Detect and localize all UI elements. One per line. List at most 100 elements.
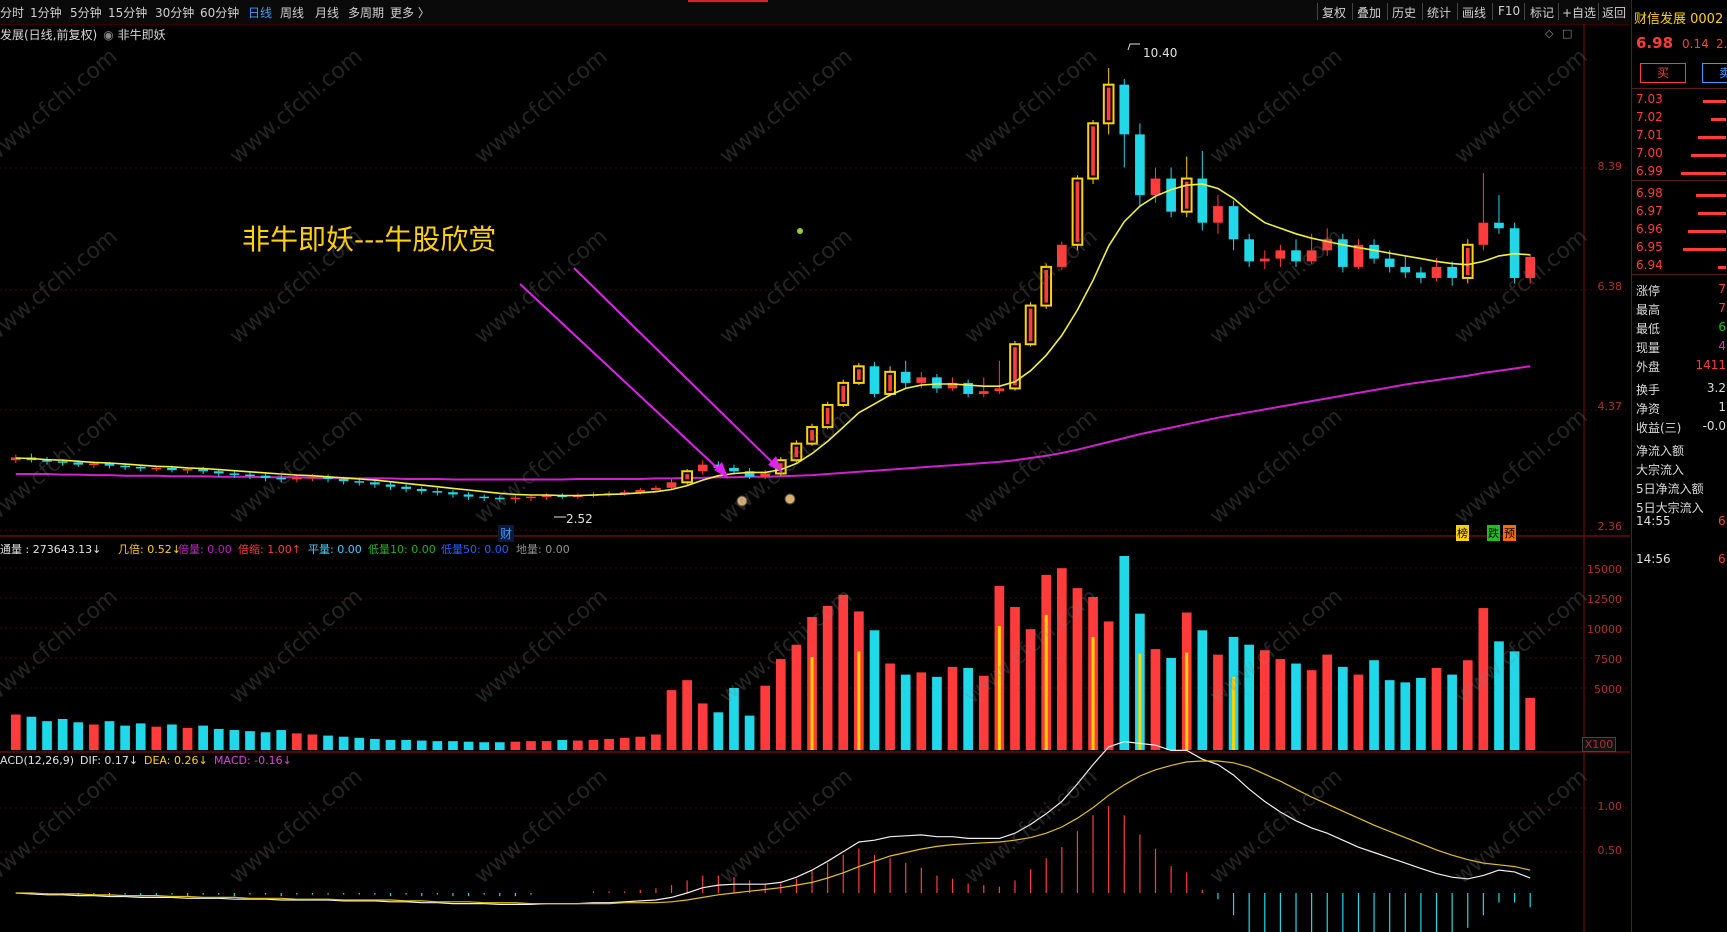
candle [994, 388, 1005, 392]
candle [260, 475, 271, 478]
volume-highlight [1232, 676, 1236, 750]
volume-bar [822, 605, 833, 750]
tool-draw[interactable]: 画线 [1462, 4, 1486, 21]
period-daily[interactable]: 日线 [248, 4, 272, 21]
period-30min[interactable]: 30分钟 [155, 4, 194, 21]
candle [510, 497, 521, 500]
tool-fuquan[interactable]: 复权 [1322, 4, 1346, 21]
orderbook-bar [1681, 172, 1726, 175]
volume-bar [1447, 674, 1457, 750]
rank-badge[interactable]: 榜 [1456, 525, 1469, 541]
candle [916, 377, 927, 383]
vol-idx-diliang50: 低量50: 0.00 [441, 543, 509, 556]
high-marker: 10.40 [1143, 46, 1178, 60]
candle [73, 462, 84, 465]
tool-stats[interactable]: 统计 [1427, 4, 1451, 21]
tool-overlay[interactable]: 叠加 [1357, 4, 1381, 21]
volume-bar [838, 594, 849, 750]
volume-axis-label: 5000 [1594, 683, 1622, 696]
volume-bar [385, 740, 396, 750]
period-60min[interactable]: 60分钟 [200, 4, 239, 21]
volume-bar [1213, 654, 1223, 750]
stat-label: 净资 [1636, 402, 1661, 416]
tool-f10[interactable]: F10 [1498, 4, 1520, 18]
volume-bar [978, 675, 989, 750]
volume-bar [1166, 657, 1176, 750]
volume-axis-label: 15000 [1587, 563, 1622, 576]
money-icon [784, 493, 796, 505]
low-marker: 2.52 [566, 512, 593, 526]
tool-mark[interactable]: 标记 [1530, 4, 1554, 21]
candle [120, 465, 130, 468]
volume-bar [588, 740, 599, 750]
volume-bar [1010, 606, 1020, 750]
vol-idx-beisuo: 倍缩: 1.00↑ [238, 543, 301, 556]
stat-label: 大宗流入 [1636, 463, 1685, 477]
volume-bar [1306, 670, 1317, 750]
candle [167, 467, 177, 471]
volume-bar [135, 723, 146, 750]
period-5min[interactable]: 5分钟 [70, 4, 102, 21]
price-change: 0.14 [1682, 37, 1709, 51]
candle [1447, 266, 1457, 278]
candle [869, 366, 880, 394]
volume-bar [370, 738, 380, 750]
money-icon [736, 495, 748, 507]
orderbook-bar [1688, 230, 1726, 233]
vol-idx-diliang10: 低量10: 0.00 [368, 543, 436, 556]
tool-history[interactable]: 历史 [1392, 4, 1416, 21]
stat-value: -0.0 [1702, 419, 1726, 433]
candle [494, 497, 505, 500]
macd-axis-label: 0.50 [1597, 844, 1623, 857]
sell-button[interactable]: 卖 [1702, 63, 1727, 83]
period-more[interactable]: 更多 〉 [390, 4, 430, 21]
volume-bar [1416, 677, 1426, 750]
candle [900, 371, 911, 383]
volume-highlight [1044, 614, 1048, 750]
forecast-badge[interactable]: 预 [1503, 525, 1516, 541]
fall-badge[interactable]: 跌 [1487, 525, 1500, 541]
volume-bar [1275, 659, 1286, 750]
period-monthly[interactable]: 月线 [315, 4, 339, 21]
period-fenshi[interactable]: 分时 [0, 4, 24, 21]
orderbook-price: 6.99 [1636, 164, 1663, 178]
period-15min[interactable]: 15分钟 [108, 4, 147, 21]
period-multi[interactable]: 多周期 [348, 4, 384, 21]
period-weekly[interactable]: 周线 [280, 4, 304, 21]
candle [651, 487, 661, 491]
volume-bar [10, 714, 21, 750]
price-axis-label: 2.36 [1597, 520, 1623, 533]
tool-add-watch[interactable]: +自选 [1562, 4, 1596, 21]
candle [135, 466, 146, 469]
stat-value: 1 [1718, 400, 1726, 414]
volume-bar [1369, 660, 1379, 750]
candle [1275, 250, 1286, 259]
volume-bar [479, 742, 490, 750]
volume-highlight [857, 651, 861, 750]
vol-idx-diliang: 地量: 0.00 [516, 543, 570, 556]
tool-back[interactable]: 返回 [1602, 4, 1626, 21]
macd-idx-macd: MACD: -0.16↓ [214, 754, 292, 767]
volume-axis-label: 7500 [1594, 653, 1622, 666]
candle [526, 496, 536, 499]
kline-chart[interactable] [0, 24, 1630, 932]
volume-bar [1322, 654, 1333, 750]
price-change-pct: 2.0 [1716, 37, 1727, 51]
finance-badge[interactable]: 财 [498, 525, 515, 542]
buy-button[interactable]: 买 [1640, 63, 1686, 83]
volume-bar [1259, 650, 1270, 750]
volume-bar [791, 644, 802, 750]
volume-bar [323, 735, 333, 750]
candle [245, 474, 255, 477]
stat-value: 7 [1718, 282, 1726, 296]
volume-bar [338, 736, 349, 750]
period-1min[interactable]: 1分钟 [30, 4, 62, 21]
volume-bar [151, 726, 162, 750]
orderbook-price: 6.97 [1636, 204, 1663, 218]
candle [448, 492, 458, 495]
candle-fill [1091, 126, 1095, 176]
orderbook-bar [1703, 100, 1726, 103]
candle [1525, 256, 1536, 278]
candle-fill [841, 385, 846, 402]
volume-bar [1462, 660, 1473, 750]
